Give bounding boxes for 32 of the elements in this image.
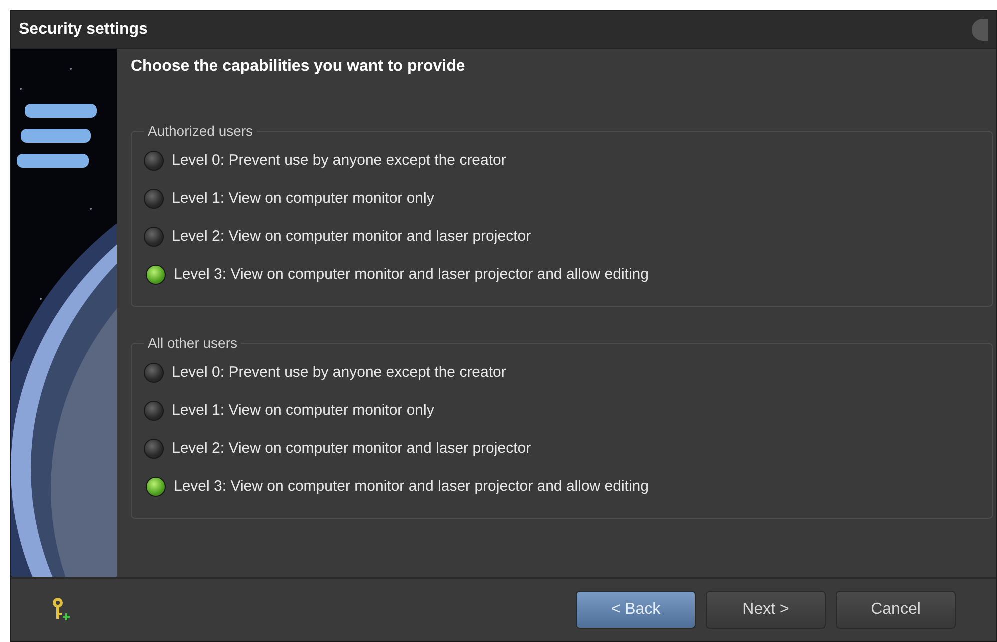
radio-option[interactable]: Level 1: View on computer monitor only: [144, 392, 980, 430]
radio-option[interactable]: Level 2: View on computer monitor and laser projector: [144, 218, 980, 256]
option-label: Level 3: View on computer monitor and laser projector and allow editing: [174, 264, 649, 285]
radio-button[interactable]: [144, 227, 164, 247]
option-label: Level 2: View on computer monitor and laser projector: [172, 438, 532, 459]
radio-option[interactable]: Level 0: Prevent use by anyone except the creator: [144, 354, 980, 392]
option-label: Level 1: View on computer monitor only: [172, 400, 434, 421]
group-label: All other users: [147, 334, 238, 353]
window-title: Security settings: [19, 20, 148, 40]
radio-button[interactable]: [144, 439, 164, 459]
radio-option[interactable]: Level 3: View on computer monitor and laser projector and allow editing: [144, 256, 980, 294]
radio-option[interactable]: Level 0: Prevent use by anyone except the creator: [144, 142, 980, 180]
option-label: Level 3: View on computer monitor and laser projector and allow editing: [174, 476, 649, 497]
radio-button[interactable]: [144, 151, 164, 171]
radio-button[interactable]: [144, 363, 164, 383]
option-label: Level 0: Prevent use by anyone except the creator: [172, 150, 506, 171]
window-button-icon[interactable]: [972, 18, 988, 40]
radio-option[interactable]: Level 3: View on computer monitor and laser projector and allow editing: [144, 468, 980, 506]
key-add-icon[interactable]: [51, 597, 71, 623]
radio-button[interactable]: [146, 477, 166, 497]
radio-button[interactable]: [146, 265, 166, 285]
option-label: Level 1: View on computer monitor only: [172, 188, 434, 209]
radio-option[interactable]: Level 2: View on computer monitor and laser projector: [144, 430, 980, 468]
radio-button[interactable]: [144, 401, 164, 421]
cancel-button[interactable]: Cancel: [836, 591, 956, 629]
page-heading: Choose the capabilities you want to provide: [131, 57, 466, 77]
option-label: Level 2: View on computer monitor and laser projector: [172, 226, 532, 247]
option-label: Level 0: Prevent use by anyone except the creator: [172, 362, 506, 383]
group-label: Authorized users: [147, 122, 254, 141]
radio-button[interactable]: [144, 189, 164, 209]
next-button[interactable]: Next >: [706, 591, 826, 629]
radio-option[interactable]: Level 1: View on computer monitor only: [144, 180, 980, 218]
